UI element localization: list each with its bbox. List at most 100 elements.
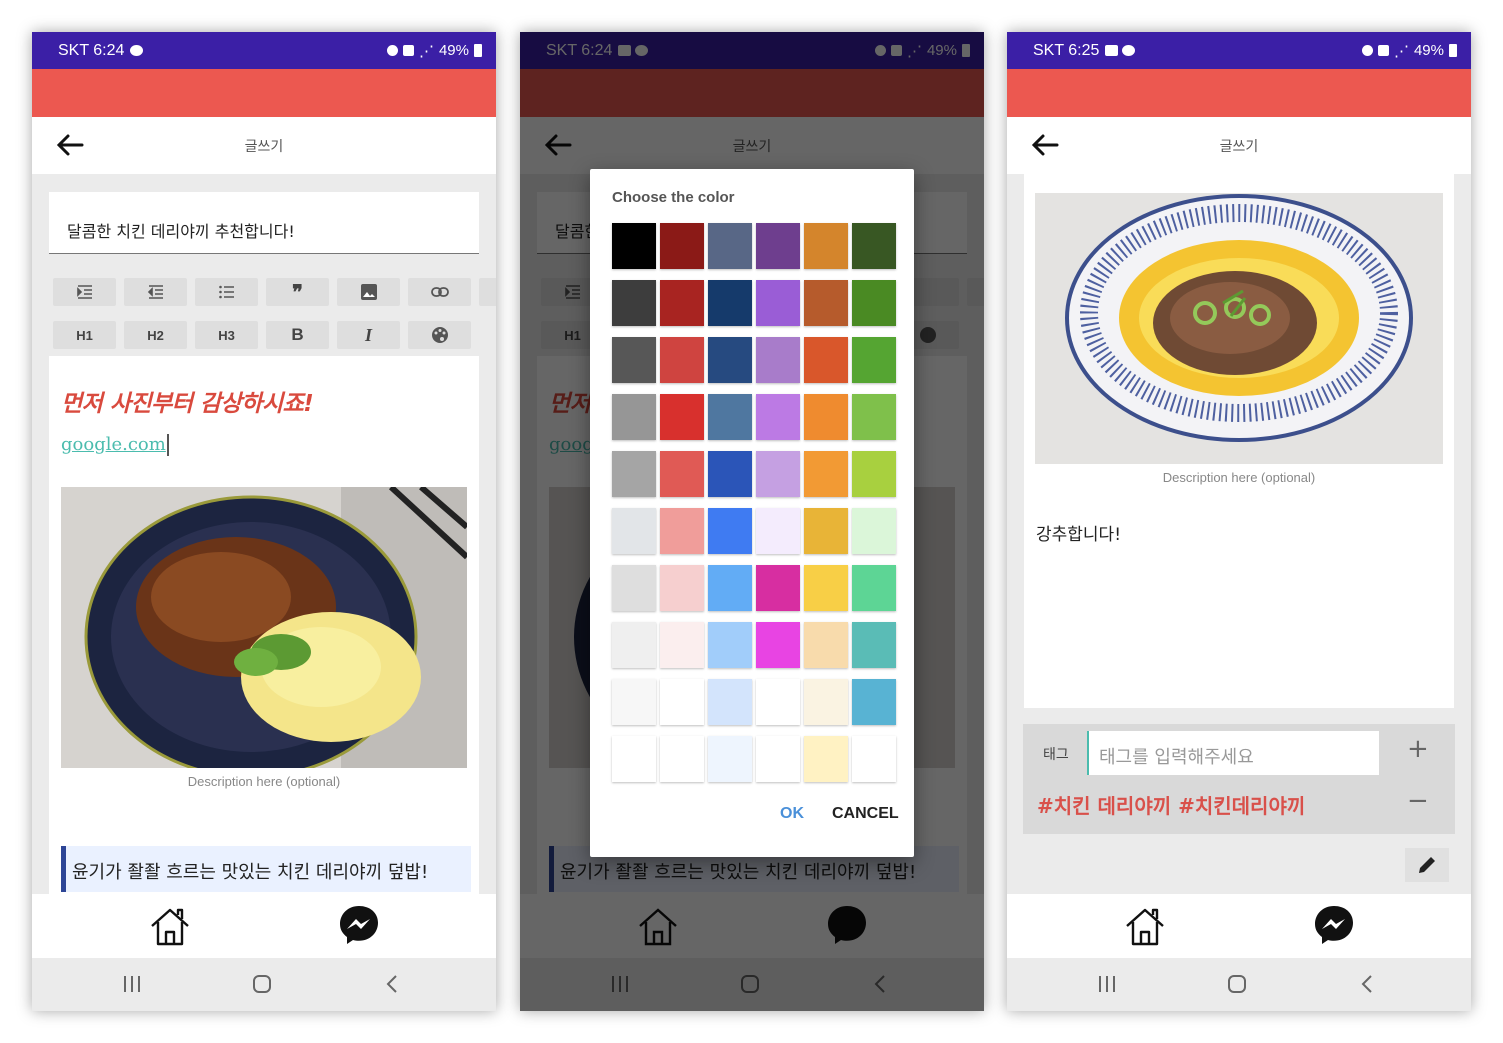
bold-button[interactable]: B (266, 321, 329, 349)
color-swatch[interactable] (708, 565, 752, 611)
color-swatch[interactable] (804, 736, 848, 782)
recent-apps-icon[interactable] (1097, 972, 1117, 996)
color-swatch[interactable] (612, 451, 656, 497)
color-swatch[interactable] (756, 622, 800, 668)
color-swatch[interactable] (660, 223, 704, 269)
recent-apps-icon[interactable] (610, 972, 630, 996)
color-swatch[interactable] (660, 622, 704, 668)
color-swatch[interactable] (804, 223, 848, 269)
outdent-button[interactable] (124, 278, 187, 306)
color-swatch[interactable] (852, 451, 896, 497)
image-description[interactable]: Description here (optional) (61, 774, 467, 789)
color-swatch[interactable] (612, 508, 656, 554)
back-arrow-icon[interactable] (542, 129, 574, 161)
color-swatch[interactable] (756, 394, 800, 440)
color-swatch[interactable] (852, 565, 896, 611)
color-swatch[interactable] (612, 394, 656, 440)
color-swatch[interactable] (852, 394, 896, 440)
rich-text-editor[interactable]: 먼저 사진부터 감상하시죠! google.com Description he… (49, 356, 479, 896)
color-swatch[interactable] (612, 337, 656, 383)
home-button-icon[interactable] (252, 972, 272, 996)
color-swatch[interactable] (612, 736, 656, 782)
color-swatch[interactable] (804, 451, 848, 497)
color-swatch[interactable] (852, 622, 896, 668)
color-swatch[interactable] (756, 337, 800, 383)
post-title-input[interactable]: 달콤한 치킨 데리야끼 추천합니다! (49, 192, 479, 254)
link-text[interactable]: google.com (61, 434, 169, 456)
color-swatch[interactable] (660, 736, 704, 782)
color-swatch[interactable] (804, 622, 848, 668)
color-swatch[interactable] (612, 622, 656, 668)
quote-button[interactable]: ❞ (266, 278, 329, 306)
messenger-icon[interactable] (1313, 904, 1355, 946)
color-swatch[interactable] (708, 508, 752, 554)
color-swatch[interactable] (660, 679, 704, 725)
color-swatch[interactable] (708, 223, 752, 269)
color-swatch[interactable] (612, 679, 656, 725)
remove-tag-button[interactable]: − (1407, 786, 1429, 816)
color-swatch[interactable] (660, 451, 704, 497)
color-swatch[interactable] (708, 736, 752, 782)
system-back-icon[interactable] (1357, 972, 1377, 996)
color-swatch[interactable] (708, 337, 752, 383)
ok-button[interactable]: OK (780, 805, 804, 823)
color-swatch[interactable] (852, 280, 896, 326)
color-swatch[interactable] (756, 736, 800, 782)
color-swatch[interactable] (852, 508, 896, 554)
color-swatch[interactable] (804, 565, 848, 611)
color-swatch[interactable] (660, 565, 704, 611)
color-swatch[interactable] (660, 508, 704, 554)
add-tag-button[interactable]: + (1407, 734, 1429, 764)
rich-text-editor[interactable]: Description here (optional) 강추합니다! (1024, 174, 1454, 708)
palette-button[interactable] (408, 321, 471, 349)
color-swatch[interactable] (804, 337, 848, 383)
system-back-icon[interactable] (870, 972, 890, 996)
delete-button[interactable] (967, 278, 984, 306)
home-icon[interactable] (1123, 904, 1167, 948)
home-icon[interactable] (636, 904, 680, 948)
color-swatch[interactable] (756, 451, 800, 497)
color-swatch[interactable] (804, 679, 848, 725)
delete-button[interactable] (479, 278, 496, 306)
color-swatch[interactable] (852, 679, 896, 725)
color-swatch[interactable] (852, 223, 896, 269)
back-arrow-icon[interactable] (1029, 129, 1061, 161)
color-swatch[interactable] (708, 451, 752, 497)
color-swatch[interactable] (804, 508, 848, 554)
color-swatch[interactable] (756, 280, 800, 326)
italic-button[interactable]: I (337, 321, 400, 349)
home-icon[interactable] (148, 904, 192, 948)
color-swatch[interactable] (708, 394, 752, 440)
bullet-list-button[interactable] (195, 278, 258, 306)
messenger-icon[interactable] (338, 904, 380, 946)
color-swatch[interactable] (612, 565, 656, 611)
color-swatch[interactable] (612, 280, 656, 326)
image-description[interactable]: Description here (optional) (1035, 470, 1443, 485)
edit-button[interactable] (1405, 848, 1449, 882)
h2-button[interactable]: H2 (124, 321, 187, 349)
back-arrow-icon[interactable] (54, 129, 86, 161)
link-button[interactable] (408, 278, 471, 306)
color-swatch[interactable] (804, 280, 848, 326)
color-swatch[interactable] (708, 622, 752, 668)
h1-button[interactable]: H1 (53, 321, 116, 349)
color-swatch[interactable] (660, 394, 704, 440)
color-swatch[interactable] (660, 337, 704, 383)
color-swatch[interactable] (852, 736, 896, 782)
color-swatch[interactable] (660, 280, 704, 326)
tag-input[interactable]: 태그를 입력해주세요 (1087, 731, 1379, 775)
color-swatch[interactable] (804, 394, 848, 440)
home-button-icon[interactable] (740, 972, 760, 996)
cancel-button[interactable]: CANCEL (832, 805, 899, 823)
system-back-icon[interactable] (382, 972, 402, 996)
home-button-icon[interactable] (1227, 972, 1247, 996)
color-swatch[interactable] (852, 337, 896, 383)
recent-apps-icon[interactable] (122, 972, 142, 996)
color-swatch[interactable] (756, 508, 800, 554)
indent-button[interactable] (53, 278, 116, 306)
image-button[interactable] (337, 278, 400, 306)
color-swatch[interactable] (756, 565, 800, 611)
color-swatch[interactable] (708, 280, 752, 326)
color-swatch[interactable] (612, 223, 656, 269)
color-swatch[interactable] (708, 679, 752, 725)
